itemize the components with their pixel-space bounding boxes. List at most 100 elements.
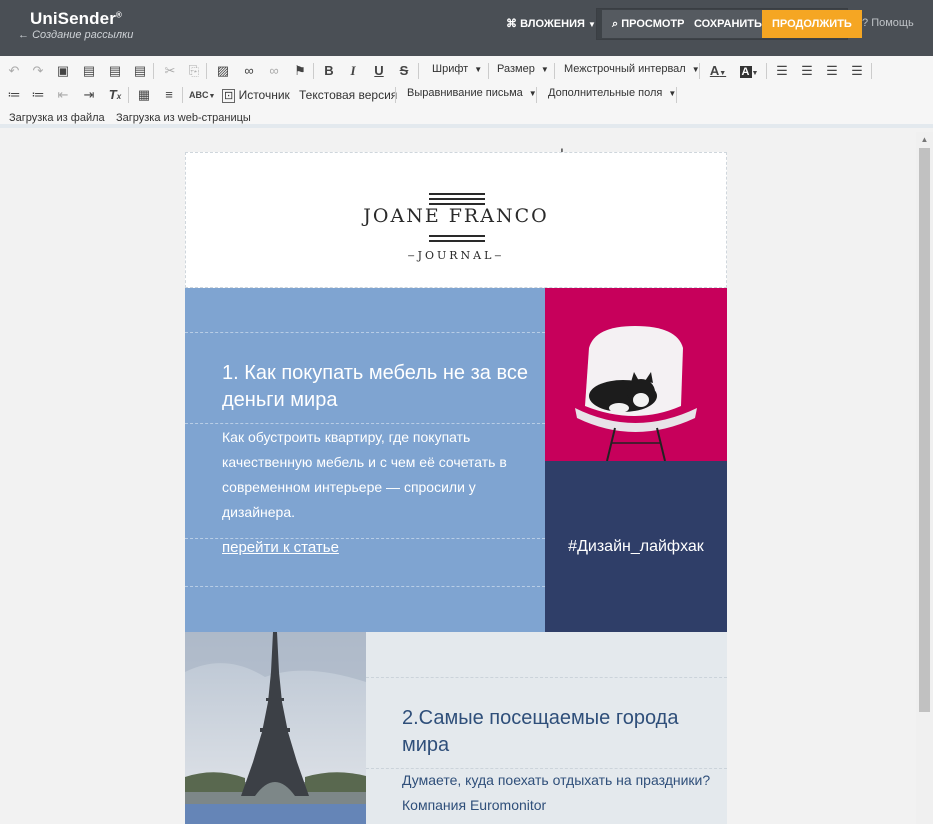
save-label: СОХРАНИТЬ — [694, 18, 762, 30]
paperclip-icon: ⌘ — [506, 18, 517, 30]
redo-icon[interactable]: ↷ — [28, 61, 48, 81]
line-spacing-dropdown[interactable]: Межстрочный интервал ▼ — [564, 59, 700, 79]
toolbar-divider — [699, 63, 700, 79]
letter-align-label: Выравнивание письма — [407, 87, 523, 99]
unisender-logo[interactable]: UniSender® — [30, 9, 122, 29]
align-justify-icon[interactable]: ☰ — [847, 61, 867, 81]
toolbar-divider — [536, 87, 537, 103]
article-2-text[interactable]: Думаете, куда поехать отдыхать на праздн… — [402, 768, 722, 818]
caret-down-icon: ▼ — [540, 65, 549, 74]
paste-text-icon[interactable]: ▤ — [105, 61, 125, 81]
anchor-flag-icon[interactable]: ⚑ — [290, 61, 310, 81]
email-header[interactable]: JOANE FRANCO ‒JOURNAL‒ — [185, 152, 727, 288]
article-1-text[interactable]: Как обустроить квартиру, где покупать ка… — [222, 425, 532, 525]
source-label: Источник — [238, 88, 290, 102]
block-divider — [185, 332, 545, 333]
hashtag-block[interactable]: #Дизайн_лайфхак — [545, 461, 727, 632]
italic-button[interactable]: I — [343, 61, 363, 81]
copy-icon[interactable]: ⎘ — [184, 61, 204, 81]
underline-button[interactable]: U — [369, 61, 389, 81]
article-1-link[interactable]: перейти к статье — [222, 539, 339, 556]
attachments-label: ВЛОЖЕНИЯ — [520, 18, 585, 30]
toolbar-divider — [418, 63, 419, 79]
unlink-icon[interactable]: ∞ — [264, 61, 284, 81]
eiffel-tower-image[interactable] — [185, 632, 366, 804]
continue-button[interactable]: ПРОДОЛЖИТЬ — [762, 10, 862, 38]
eiffel-tower-illustration — [185, 632, 366, 804]
logo-rule — [429, 193, 485, 195]
image-icon[interactable]: ▨ — [213, 61, 233, 81]
toolbar-divider — [395, 87, 396, 103]
block-divider — [366, 677, 727, 678]
preview-button[interactable]: ⌕ ПРОСМОТР — [602, 10, 695, 38]
preview-label: ПРОСМОТР — [621, 18, 685, 30]
caret-down-icon: ▼ — [474, 65, 483, 74]
back-link[interactable]: ← Создание рассылки — [18, 29, 133, 41]
bulleted-list-icon[interactable]: ≔ — [28, 85, 48, 105]
scrollbar-thumb[interactable] — [919, 148, 930, 712]
continue-label: ПРОДОЛЖИТЬ — [772, 18, 852, 30]
load-from-file-link[interactable]: Загрузка из файла — [9, 112, 105, 126]
toolbar-divider — [766, 63, 767, 79]
block-divider — [185, 423, 545, 424]
logo-text: UniSender — [30, 9, 116, 28]
strikethrough-button[interactable]: S — [394, 61, 414, 81]
align-center-icon[interactable]: ☰ — [797, 61, 817, 81]
image-caption-bar — [185, 804, 366, 824]
bold-button[interactable]: B — [319, 61, 339, 81]
table-icon[interactable]: ▦ — [134, 85, 154, 105]
scroll-up-arrow[interactable]: ▲ — [919, 135, 930, 145]
brand-subtitle: ‒JOURNAL‒ — [186, 249, 726, 262]
align-left-icon[interactable]: ☰ — [772, 61, 792, 81]
toolbar-divider — [128, 87, 129, 103]
letter-align-dropdown[interactable]: Выравнивание письма ▼ — [407, 83, 537, 103]
background-color-icon[interactable]: A ▼ — [737, 61, 761, 81]
email-template: JOANE FRANCO ‒JOURNAL‒ 1. Как покупать м… — [185, 152, 727, 824]
font-dropdown-label: Шрифт — [432, 63, 469, 75]
attachments-button[interactable]: ⌘ ВЛОЖЕНИЯ ▼ — [496, 10, 606, 38]
caret-down-icon: ▼ — [587, 20, 596, 29]
font-dropdown[interactable]: Шрифт ▼ — [432, 59, 482, 79]
text-color-icon[interactable]: A▼ — [706, 61, 730, 81]
load-from-web-link[interactable]: Загрузка из web-страницы — [116, 112, 251, 126]
text-version-button[interactable]: Текстовая версия — [299, 85, 397, 105]
indent-icon[interactable]: ⇥ — [79, 85, 99, 105]
cut-icon[interactable]: ✂ — [160, 61, 180, 81]
logo-rule — [429, 198, 485, 200]
article-1-title[interactable]: 1. Как покупать мебель не за все деньги … — [222, 360, 532, 414]
zoom-icon: ⌕ — [612, 18, 619, 30]
toolbar-divider — [313, 63, 314, 79]
arrow-left-icon: ← — [18, 29, 29, 41]
source-icon: ⊡ — [222, 89, 236, 103]
toolbar-divider — [182, 87, 183, 103]
dash-icon: ‒ — [494, 249, 505, 262]
size-dropdown[interactable]: Размер ▼ — [497, 59, 549, 79]
toolbar-divider — [206, 63, 207, 79]
spellcheck-icon[interactable]: ABC▼ — [189, 85, 215, 105]
article-block-2[interactable]: 2.Самые посещаемые города мира Думаете, … — [366, 632, 727, 824]
link-icon[interactable]: ∞ — [239, 61, 259, 81]
horizontal-rule-icon[interactable]: ≡ — [159, 85, 179, 105]
outdent-icon[interactable]: ⇤ — [53, 85, 73, 105]
source-button[interactable]: ⊡ Источник — [222, 85, 290, 105]
chair-cat-image[interactable] — [545, 288, 727, 461]
paste-word-icon[interactable]: ▤ — [130, 61, 150, 81]
undo-icon[interactable]: ↶ — [4, 61, 24, 81]
remove-format-icon[interactable]: Tx — [105, 85, 125, 105]
back-link-label: Создание рассылки — [32, 29, 134, 41]
paste-icon[interactable]: ▤ — [79, 61, 99, 81]
save-doc-icon[interactable]: ▣ — [53, 61, 73, 81]
save-button[interactable]: СОХРАНИТЬ — [684, 10, 772, 38]
help-link[interactable]: ? Помощь — [862, 17, 914, 29]
align-right-icon[interactable]: ☰ — [822, 61, 842, 81]
logo-rule — [429, 235, 485, 237]
article-2-title[interactable]: 2.Самые посещаемые города мира — [402, 705, 702, 759]
numbered-list-icon[interactable]: ≔ — [4, 85, 24, 105]
extra-fields-dropdown[interactable]: Дополнительные поля ▼ — [548, 83, 676, 103]
size-dropdown-label: Размер — [497, 63, 535, 75]
article-block-1[interactable]: 1. Как покупать мебель не за все деньги … — [185, 288, 545, 632]
toolbar-divider — [488, 63, 489, 79]
line-spacing-label: Межстрочный интервал — [564, 63, 686, 75]
logo-mark: ® — [115, 10, 122, 20]
toolbar-divider — [871, 63, 872, 79]
